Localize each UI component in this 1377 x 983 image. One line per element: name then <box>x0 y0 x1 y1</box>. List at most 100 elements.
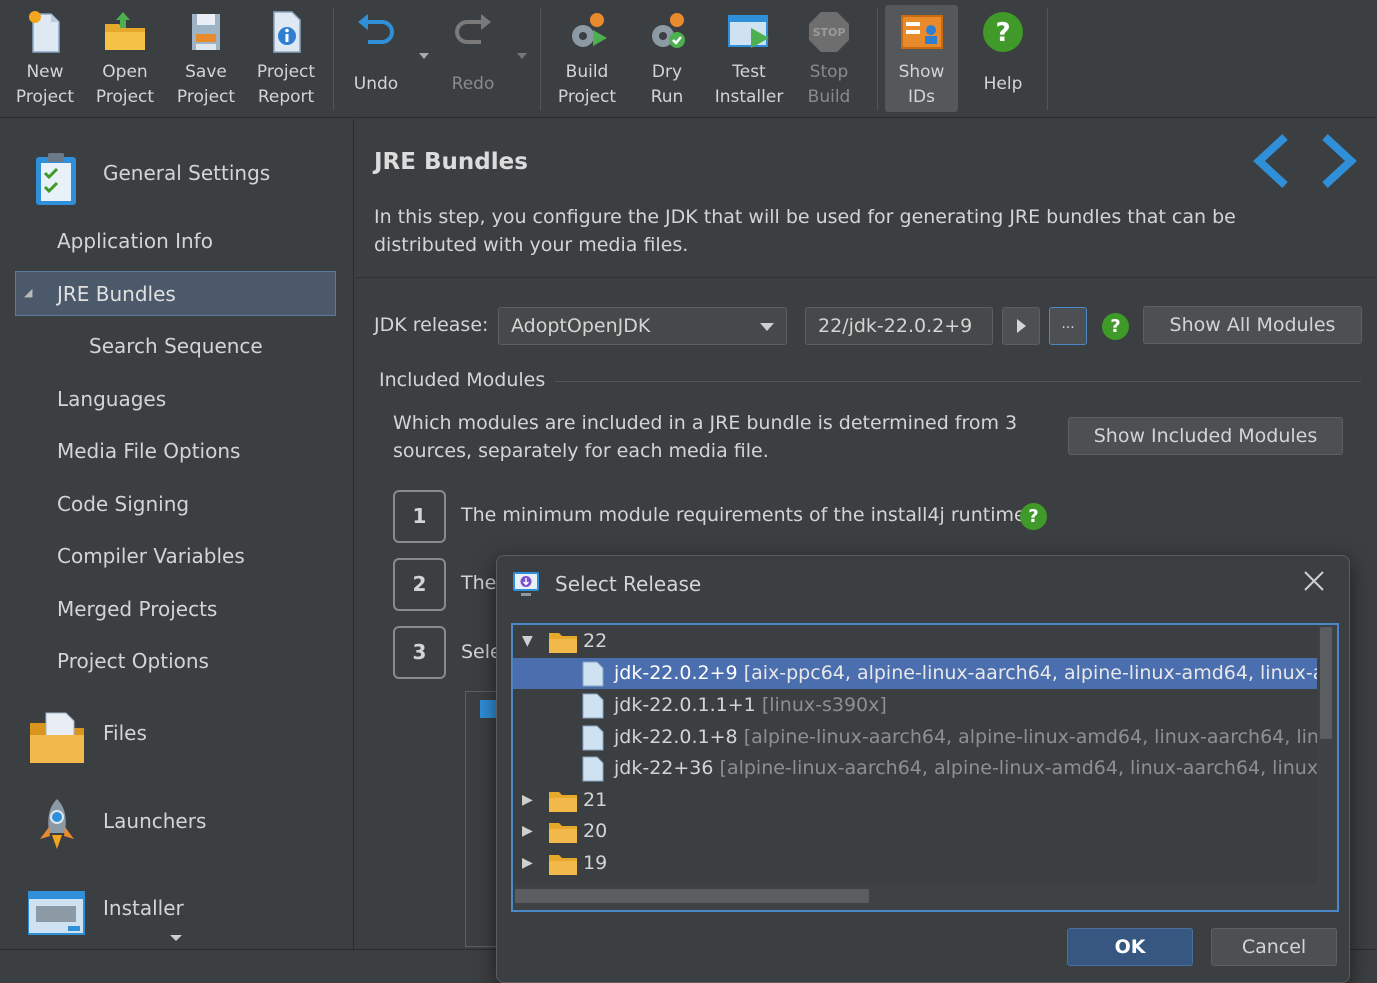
sidebar-item-merged-projects[interactable]: Merged Projects <box>57 594 217 624</box>
jdk-release-label: JDK release: <box>374 314 489 336</box>
header-divider <box>355 277 1377 278</box>
page-description: In this step, you configure the JDK that… <box>374 206 1236 256</box>
tree-release-row[interactable]: jdk-22.0.1.1+1 [linux-s390x] <box>513 690 1319 721</box>
sidebar-item-media-file-options[interactable]: Media File Options <box>57 436 240 466</box>
close-icon[interactable] <box>1303 570 1325 592</box>
page-title: JRE Bundles <box>374 149 528 175</box>
undo-dropdown-icon[interactable] <box>419 53 429 59</box>
sidebar-scroll-down-icon[interactable] <box>170 935 182 941</box>
back-chevron-icon[interactable] <box>1251 133 1291 189</box>
test-installer-button[interactable]: Test Installer <box>706 0 792 118</box>
sidebar-item-jre-bundles[interactable]: ◢ JRE Bundles <box>15 271 336 316</box>
sidebar-item-languages[interactable]: Languages <box>57 384 166 414</box>
folder-label: 21 <box>583 789 608 811</box>
project-report-button[interactable]: Project Report <box>245 0 327 118</box>
help-glyph: ? <box>1110 316 1121 337</box>
toolbar-separator <box>1047 8 1048 110</box>
select-release-button[interactable]: ... <box>1049 307 1087 345</box>
release-label: jdk-22+36 [alpine-linux-aarch64, alpine-… <box>614 753 1319 784</box>
sidebar-item-search-sequence[interactable]: Search Sequence <box>89 331 263 361</box>
tree-folder-row[interactable]: ▶ 20 <box>513 816 1319 847</box>
folder-label: 19 <box>583 852 608 874</box>
undo-arrow-icon <box>358 14 394 44</box>
sidebar-group-files[interactable]: Files <box>0 699 354 769</box>
show-all-modules-button[interactable]: Show All Modules <box>1143 306 1362 344</box>
help-button[interactable]: ? Help <box>963 0 1043 118</box>
collapsed-triangle-icon[interactable]: ▶ <box>522 816 533 847</box>
save-disk-icon <box>192 14 220 50</box>
save-project-button[interactable]: Save Project <box>165 0 247 118</box>
folder-icon <box>549 792 577 812</box>
folder-icon <box>549 855 577 875</box>
test-installer-icon <box>728 15 769 48</box>
folder-label: 22 <box>583 630 608 652</box>
release-platforms: [aix-ppc64, alpine-linux-aarch64, alpine… <box>743 662 1319 684</box>
show-ids-button[interactable]: Show IDs <box>885 5 958 112</box>
new-project-icon <box>29 11 60 53</box>
release-tree[interactable]: ▼ 22 jdk-22.0.2+9 [aix-ppc64, alpine-lin… <box>511 623 1339 912</box>
tree-release-row[interactable]: jdk-22+36 [alpine-linux-aarch64, alpine-… <box>513 753 1319 784</box>
included-modules-title: Included Modules <box>379 369 546 391</box>
folder-icon <box>549 633 577 653</box>
sidebar-item-code-signing[interactable]: Code Signing <box>57 489 189 519</box>
release-platforms: [linux-s390x] <box>761 694 887 716</box>
collapsed-triangle-icon[interactable]: ▶ <box>522 785 533 816</box>
build-project-button[interactable]: Build Project <box>546 0 628 118</box>
dry-run-button[interactable]: Dry Run <box>626 0 708 118</box>
help-icon[interactable]: ? <box>1020 503 1047 530</box>
step-number: 1 <box>393 490 446 543</box>
redo-button[interactable]: Redo <box>433 0 513 118</box>
folder-icon <box>549 823 577 843</box>
cancel-button[interactable]: Cancel <box>1211 928 1337 966</box>
undo-button[interactable]: Undo <box>336 0 416 118</box>
release-platforms: [alpine-linux-aarch64, alpine-linux-amd6… <box>743 726 1319 748</box>
stop-build-button[interactable]: STOP Stop Build <box>788 0 870 118</box>
ok-button[interactable]: OK <box>1067 928 1193 966</box>
tree-folder-row[interactable]: ▶ 19 <box>513 848 1319 879</box>
redo-dropdown-icon[interactable] <box>517 53 527 59</box>
expanded-triangle-icon[interactable]: ▼ <box>522 626 533 657</box>
new-project-button[interactable]: New Project <box>4 0 86 118</box>
jdk-version-field[interactable]: 22/jdk-22.0.2+9 <box>805 307 993 345</box>
sidebar-group-launchers[interactable]: Launchers <box>0 787 354 857</box>
help-question-icon: ? <box>983 12 1023 52</box>
horizontal-scroll-thumb[interactable] <box>515 889 869 903</box>
sidebar: General Settings Application Info ◢ JRE … <box>0 119 354 949</box>
main-toolbar: New Project Open Project Save Project Pr… <box>0 0 1377 118</box>
play-arrow-icon <box>1017 319 1026 333</box>
build-gear-icon <box>572 13 607 47</box>
horizontal-scrollbar[interactable] <box>513 884 1319 910</box>
forward-chevron-icon[interactable] <box>1319 133 1359 189</box>
file-icon <box>582 693 604 719</box>
step-text: The minimum module requirements of the i… <box>461 504 1026 526</box>
vertical-scroll-thumb[interactable] <box>1320 627 1332 739</box>
sidebar-item-application-info[interactable]: Application Info <box>57 226 213 256</box>
sidebar-group-general-settings[interactable]: General Settings <box>0 139 354 209</box>
sidebar-item-compiler-variables[interactable]: Compiler Variables <box>57 541 245 571</box>
collapsed-triangle-icon[interactable]: ▶ <box>522 848 533 879</box>
sidebar-item-project-options[interactable]: Project Options <box>57 646 209 676</box>
stop-sign-icon: STOP <box>809 12 849 52</box>
select-release-dialog: Select Release ▼ 22 jdk-22.0.2+9 [aix-pp… <box>496 555 1350 983</box>
step-number: 3 <box>393 626 446 679</box>
vertical-scrollbar[interactable] <box>1317 625 1337 910</box>
jdk-provider-select[interactable]: AdoptOpenJDK <box>498 307 787 345</box>
ellipsis-icon: ... <box>1061 316 1075 332</box>
tree-release-row[interactable]: jdk-22.0.1+8 [alpine-linux-aarch64, alpi… <box>513 722 1319 753</box>
sidebar-group-installer[interactable]: Installer <box>0 874 354 944</box>
open-folder-icon <box>105 12 145 50</box>
jdk-provider-value: AdoptOpenJDK <box>511 315 651 337</box>
show-ids-icon <box>900 15 943 49</box>
tree-release-row-selected[interactable]: jdk-22.0.2+9 [aix-ppc64, alpine-linux-aa… <box>513 658 1319 689</box>
tree-folder-row[interactable]: ▶ 21 <box>513 785 1319 816</box>
open-project-button[interactable]: Open Project <box>84 0 166 118</box>
toolbar-separator <box>333 8 334 110</box>
sidebar-group-label: General Settings <box>103 161 271 185</box>
tree-folder-row[interactable]: ▼ 22 <box>513 626 1319 657</box>
sidebar-group-label: Installer <box>103 896 184 920</box>
show-included-modules-button[interactable]: Show Included Modules <box>1068 417 1343 455</box>
jdk-next-button[interactable] <box>1002 307 1040 345</box>
help-icon[interactable]: ? <box>1102 313 1129 340</box>
files-folder-icon <box>30 712 84 763</box>
help-glyph: ? <box>1028 506 1039 527</box>
